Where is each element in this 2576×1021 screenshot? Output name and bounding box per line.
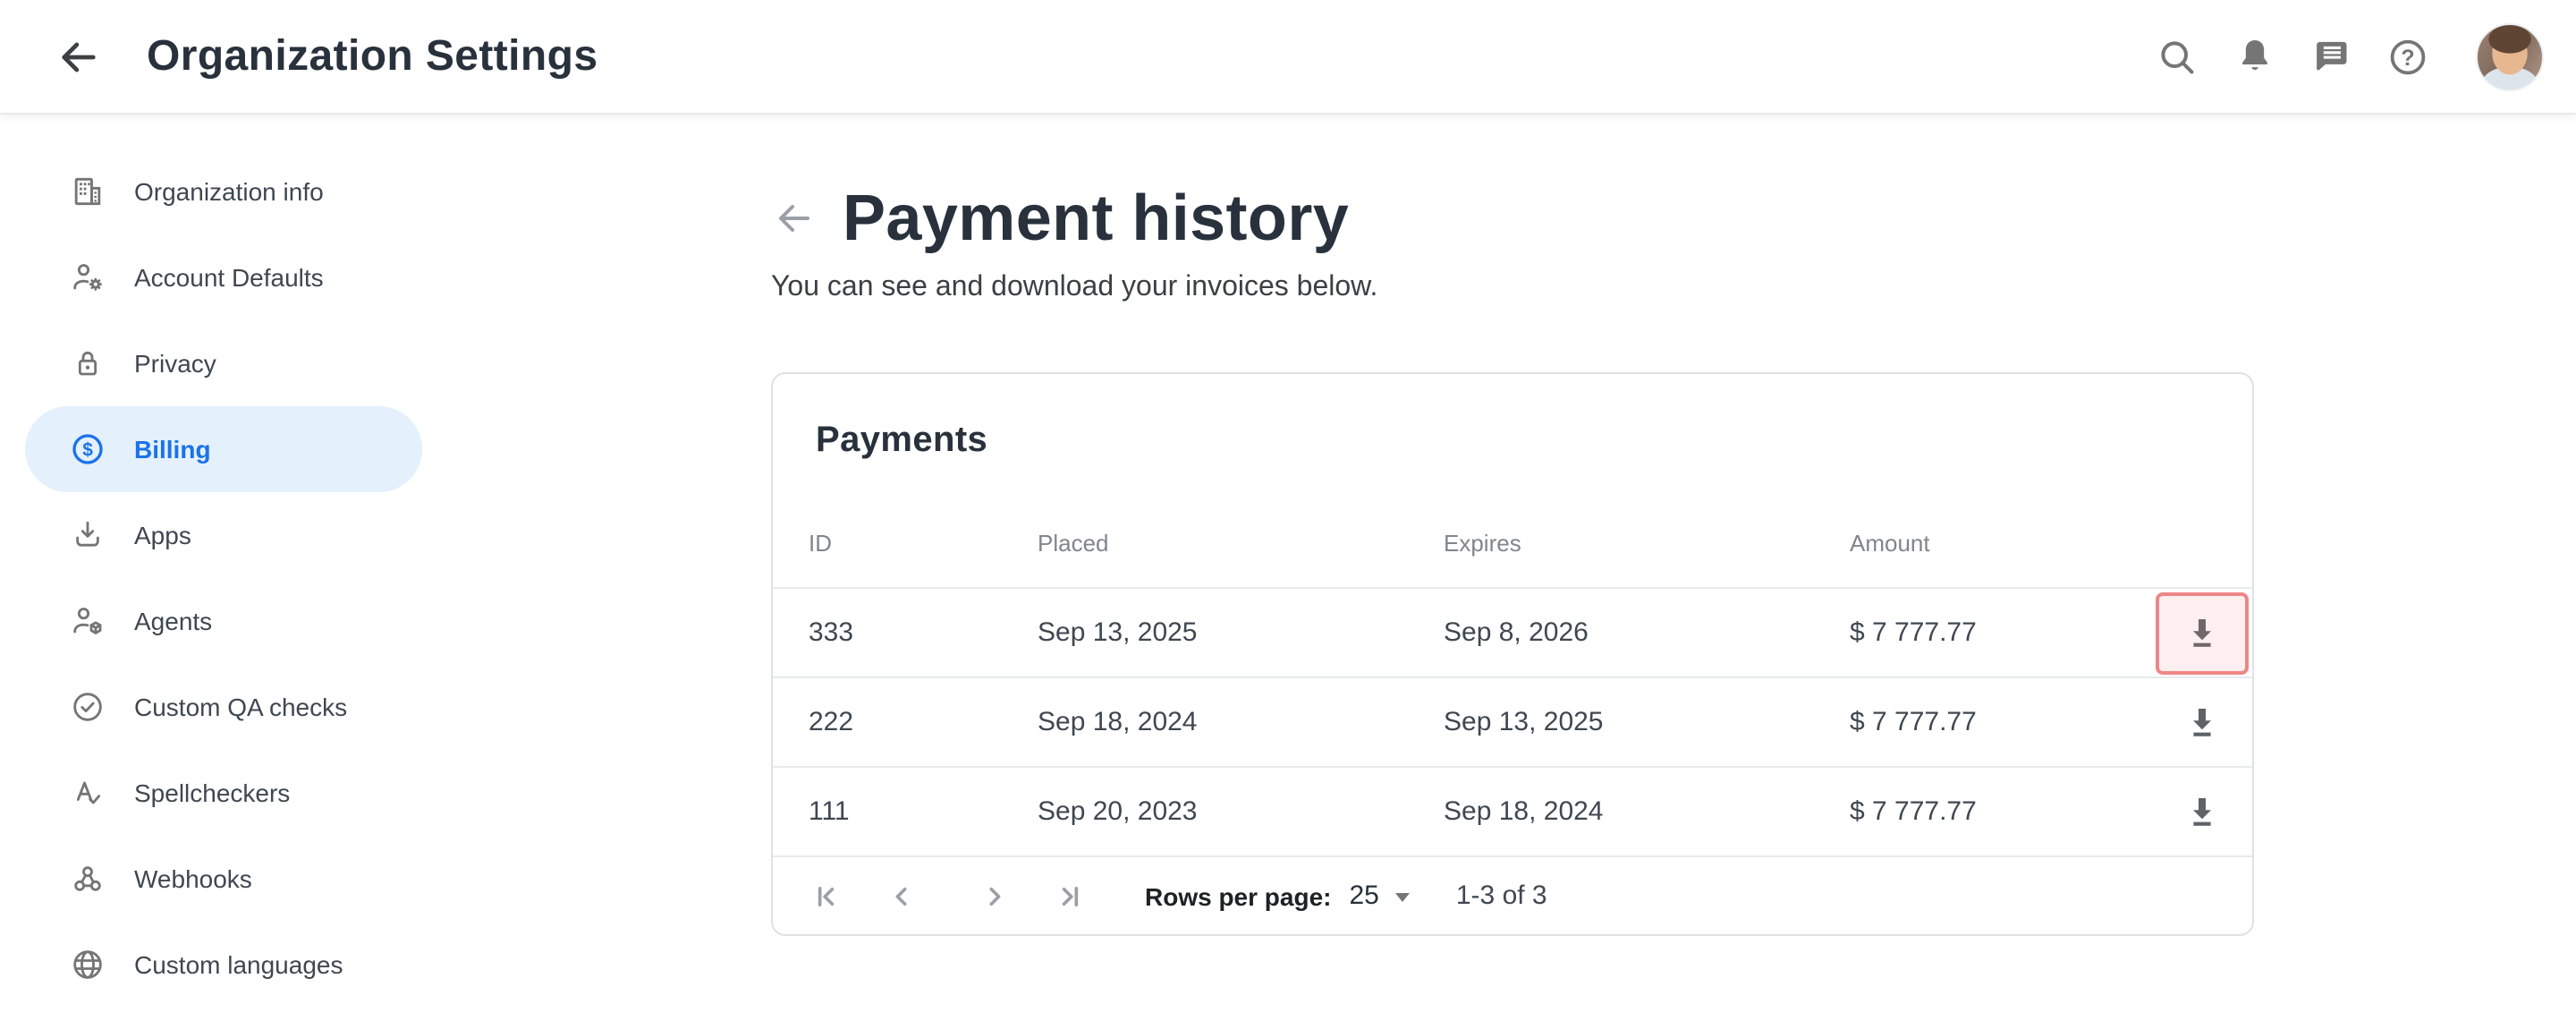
cell-actions — [2154, 790, 2224, 833]
sidebar-item-label: Account Defaults — [134, 263, 324, 292]
page-title: Organization Settings — [147, 31, 597, 81]
sidebar-item-custom-qa-checks[interactable]: Custom QA checks — [25, 664, 458, 750]
topbar-actions: ? — [2154, 22, 2544, 90]
table-row: 111 Sep 20, 2023 Sep 18, 2024 $ 7 777.77 — [773, 766, 2252, 855]
globe-icon — [70, 947, 106, 983]
back-arrow-icon — [773, 197, 816, 240]
check-circle-icon — [70, 689, 106, 725]
table-row: 333 Sep 13, 2025 Sep 8, 2026 $ 7 777.77 — [773, 587, 2252, 676]
first-page-icon — [807, 876, 846, 915]
next-page-button[interactable] — [962, 864, 1027, 928]
cell-actions — [2154, 611, 2224, 654]
sidebar-item-label: Custom QA checks — [134, 693, 347, 721]
cell-expires: Sep 8, 2026 — [1444, 617, 1850, 648]
download-invoice-button[interactable] — [2181, 701, 2224, 744]
sidebar-item-label: Custom languages — [134, 950, 343, 979]
table-pagination: Rows per page: 25 1-3 of 3 — [773, 855, 2252, 934]
rows-per-page-value: 25 — [1350, 881, 1379, 911]
cell-id: 333 — [809, 617, 1038, 648]
sidebar-item-label: Organization info — [134, 177, 324, 206]
table-header-row: ID Placed Expires Amount — [773, 498, 2252, 587]
download-invoice-button[interactable] — [2181, 611, 2224, 654]
cell-id: 111 — [809, 796, 1038, 827]
chevron-right-icon — [975, 876, 1014, 915]
help-icon: ? — [2386, 35, 2429, 78]
pagination-range: 1-3 of 3 — [1456, 881, 1547, 911]
payment-history-title: Payment history — [843, 179, 1349, 258]
sidebar-item-label: Webhooks — [134, 864, 252, 893]
cell-amount: $ 7 777.77 — [1850, 617, 2154, 648]
column-header-placed: Placed — [1038, 529, 1444, 556]
lock-icon — [70, 345, 106, 381]
building-icon — [70, 174, 106, 209]
webhook-icon — [70, 861, 106, 897]
dollar-circle-icon: $ — [70, 431, 106, 467]
notifications-bell-icon — [2233, 36, 2275, 77]
search-icon — [2156, 35, 2199, 78]
sidebar-item-webhooks[interactable]: Webhooks — [25, 836, 458, 922]
sidebar-item-label: Spellcheckers — [134, 779, 290, 807]
download-tray-icon — [70, 517, 106, 553]
svg-text:?: ? — [2401, 45, 2414, 70]
cell-id: 222 — [809, 707, 1038, 737]
download-icon — [2181, 611, 2224, 654]
payment-history-header: Payment history — [771, 179, 1349, 258]
rows-per-page-select[interactable]: 25 — [1350, 881, 1410, 911]
sidebar-item-agents[interactable]: Agents — [25, 578, 458, 664]
last-page-icon — [1050, 876, 1089, 915]
sidebar-item-label: Billing — [134, 435, 211, 464]
top-bar: Organization Settings — [0, 0, 2576, 115]
sidebar-item-spellcheckers[interactable]: Spellcheckers — [25, 750, 458, 836]
cell-amount: $ 7 777.77 — [1850, 707, 2154, 737]
user-avatar[interactable] — [2476, 22, 2544, 90]
sidebar-item-custom-languages[interactable]: Custom languages — [25, 922, 458, 1008]
download-icon — [2181, 701, 2224, 744]
sidebar-item-billing[interactable]: $ Billing — [25, 406, 422, 492]
help-button[interactable]: ? — [2385, 33, 2431, 80]
search-button[interactable] — [2154, 33, 2200, 80]
payments-card: Payments ID Placed Expires Amount 333 Se… — [771, 372, 2254, 936]
back-arrow-icon — [55, 33, 102, 80]
cell-expires: Sep 13, 2025 — [1444, 707, 1850, 737]
cell-expires: Sep 18, 2024 — [1444, 796, 1850, 827]
cell-placed: Sep 13, 2025 — [1038, 617, 1444, 648]
chat-button[interactable] — [2308, 33, 2354, 80]
table-row: 222 Sep 18, 2024 Sep 13, 2025 $ 7 777.77 — [773, 676, 2252, 766]
payment-history-subtitle: You can see and download your invoices b… — [771, 272, 1377, 304]
previous-page-button[interactable] — [869, 864, 934, 928]
sidebar-item-privacy[interactable]: Privacy — [25, 320, 458, 406]
cell-amount: $ 7 777.77 — [1850, 796, 2154, 827]
sidebar-item-label: Agents — [134, 607, 212, 635]
column-header-id: ID — [809, 529, 1038, 556]
column-header-expires: Expires — [1444, 529, 1850, 556]
chevron-left-icon — [882, 876, 921, 915]
sidebar-item-label: Apps — [134, 521, 191, 549]
cell-placed: Sep 18, 2024 — [1038, 707, 1444, 737]
person-cube-icon — [70, 603, 106, 639]
sidebar-item-account-defaults[interactable]: Account Defaults — [25, 234, 458, 320]
back-button[interactable] — [54, 31, 104, 81]
column-header-amount: Amount — [1850, 529, 2154, 556]
payments-card-title: Payments — [773, 374, 2252, 498]
cell-actions — [2154, 701, 2224, 744]
chevron-down-icon — [1395, 893, 1410, 902]
svg-text:$: $ — [82, 439, 93, 460]
app-window: Organization Settings — [0, 0, 2576, 1021]
first-page-button[interactable] — [794, 864, 859, 928]
cell-placed: Sep 20, 2023 — [1038, 796, 1444, 827]
sidebar-item-apps[interactable]: Apps — [25, 492, 458, 578]
last-page-button[interactable] — [1038, 864, 1102, 928]
settings-sidebar: Organization info Account Defaults — [25, 149, 458, 1008]
rows-per-page-label: Rows per page: — [1145, 881, 1332, 910]
download-icon — [2181, 790, 2224, 833]
person-gear-icon — [70, 260, 106, 295]
sidebar-item-organization-info[interactable]: Organization info — [25, 149, 458, 234]
spellcheck-icon — [70, 775, 106, 811]
notifications-button[interactable] — [2231, 33, 2277, 80]
payment-history-back-button[interactable] — [771, 195, 818, 242]
download-invoice-button[interactable] — [2181, 790, 2224, 833]
sidebar-item-label: Privacy — [134, 349, 216, 378]
chat-icon — [2310, 36, 2351, 77]
